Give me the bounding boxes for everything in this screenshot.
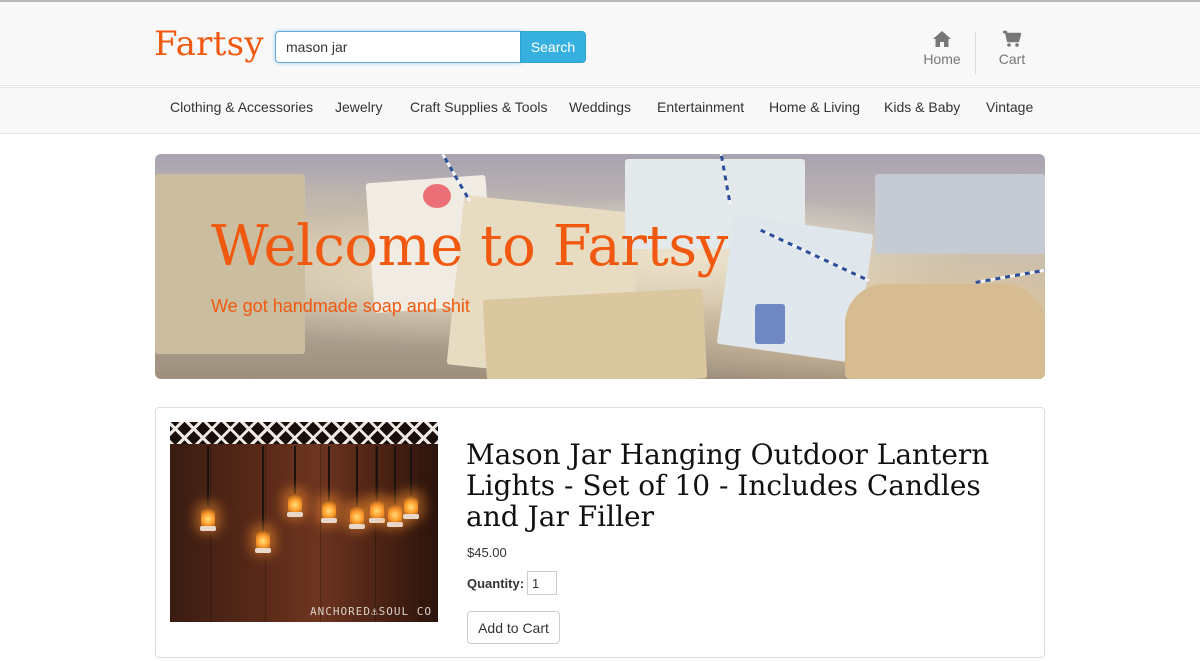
home-link[interactable]: Home <box>912 30 972 67</box>
category-nav: Clothing & Accessories Jewelry Craft Sup… <box>0 87 1200 134</box>
category-weddings[interactable]: Weddings <box>569 99 631 115</box>
cart-label: Cart <box>998 51 1026 67</box>
hero-title: Welcome to Fartsy <box>211 214 728 279</box>
category-craft-supplies-tools[interactable]: Craft Supplies & Tools <box>410 99 547 115</box>
category-entertainment[interactable]: Entertainment <box>657 99 744 115</box>
image-watermark: ANCHORED⚓SOUL CO <box>310 605 432 618</box>
jar-hanger <box>328 446 330 502</box>
jar-filler <box>387 522 403 527</box>
product-title[interactable]: Mason Jar Hanging Outdoor Lantern Lights… <box>466 439 1006 532</box>
product-image[interactable]: ANCHORED⚓SOUL CO <box>170 422 438 622</box>
hero-soap <box>482 288 708 379</box>
nav-divider <box>975 32 976 74</box>
lantern-jar <box>201 508 215 528</box>
hero-banner: Welcome to Fartsy We got handmade soap a… <box>155 154 1045 379</box>
home-icon <box>933 31 951 47</box>
lantern-jar <box>322 500 336 520</box>
lantern-jar <box>370 500 384 520</box>
lantern-jar <box>350 506 364 526</box>
brand-logo[interactable]: Fartsy <box>154 24 264 64</box>
jar-hanger <box>207 446 209 508</box>
hero-twine <box>975 267 1045 284</box>
category-vintage[interactable]: Vintage <box>986 99 1033 115</box>
lantern-jar <box>404 496 418 516</box>
search-bar: Search <box>275 31 586 65</box>
home-label: Home <box>923 51 961 67</box>
add-to-cart-button[interactable]: Add to Cart <box>467 611 560 644</box>
hero-soap <box>875 174 1045 254</box>
category-jewelry[interactable]: Jewelry <box>335 99 382 115</box>
search-button[interactable]: Search <box>520 31 586 63</box>
fence-plank <box>210 444 211 622</box>
hero-subtitle: We got handmade soap and shit <box>211 296 470 316</box>
jar-hanger <box>356 446 358 508</box>
lantern-jar <box>256 530 270 550</box>
jar-filler <box>403 514 419 519</box>
cart-link[interactable]: Cart <box>982 30 1042 67</box>
cart-icon <box>1003 30 1022 47</box>
jar-hanger <box>410 446 412 498</box>
quantity-input[interactable] <box>527 571 557 595</box>
jar-filler <box>255 548 271 553</box>
jar-hanger <box>294 446 296 494</box>
category-home-living[interactable]: Home & Living <box>769 99 860 115</box>
fence-plank <box>320 444 321 622</box>
jar-filler <box>200 526 216 531</box>
hero-soap <box>845 284 1045 379</box>
product-card: ANCHORED⚓SOUL CO Mason Jar Hanging Outdo… <box>155 407 1045 658</box>
jar-hanger <box>394 446 396 506</box>
jar-filler <box>349 524 365 529</box>
product-price: $45.00 <box>467 545 507 560</box>
hero-soap <box>423 184 451 208</box>
jar-filler <box>287 512 303 517</box>
fence-plank <box>420 444 421 622</box>
lattice-fence <box>170 422 438 444</box>
header: Fartsy Search Home Cart <box>0 2 1200 86</box>
jar-filler <box>321 518 337 523</box>
lantern-jar <box>288 494 302 514</box>
category-clothing-accessories[interactable]: Clothing & Accessories <box>170 99 313 115</box>
search-input[interactable] <box>275 31 521 63</box>
jar-hanger <box>262 446 264 534</box>
jar-filler <box>369 518 385 523</box>
category-kids-baby[interactable]: Kids & Baby <box>884 99 960 115</box>
lantern-jar <box>388 504 402 524</box>
hero-soap <box>755 304 785 344</box>
jar-hanger <box>376 446 378 502</box>
quantity-label: Quantity: <box>467 576 525 591</box>
